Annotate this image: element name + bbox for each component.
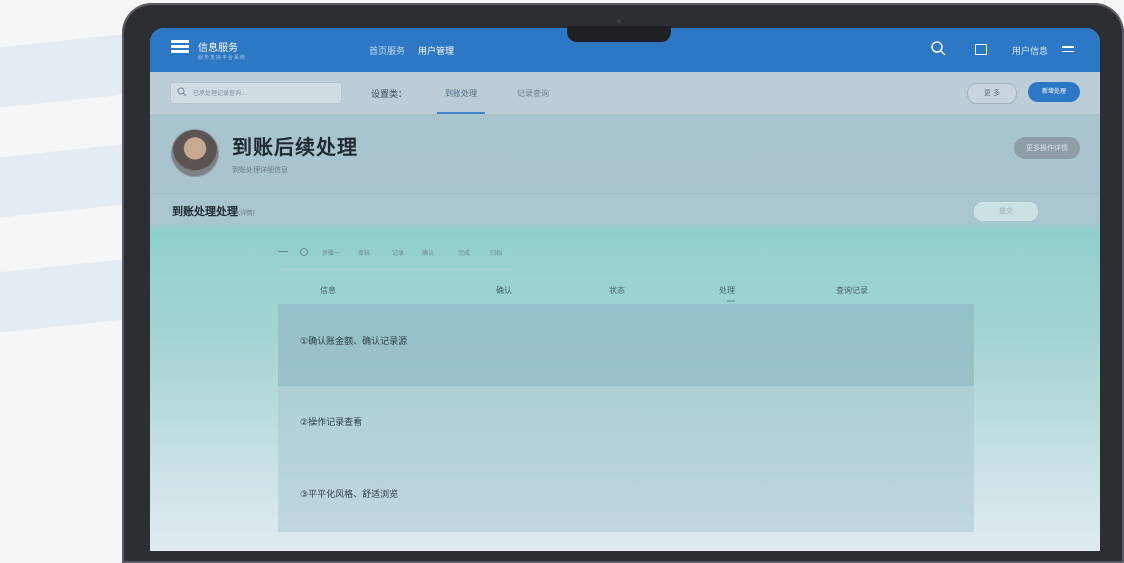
header-action-button[interactable]: 更多操作详情 (1014, 137, 1080, 159)
column-header-status: 状态 (609, 286, 625, 295)
more-button[interactable]: 更 多 (967, 83, 1017, 104)
table-row[interactable]: ③平平化风格、舒适浏览 (300, 487, 398, 500)
camera-icon (617, 19, 621, 23)
section-title-text: 到账处理处理 (172, 205, 238, 218)
search-icon (177, 87, 187, 97)
filter-label: 设置类： (371, 90, 408, 100)
column-header-process: 处理 (719, 286, 735, 295)
active-tab-indicator (437, 112, 485, 114)
window-icon[interactable] (975, 44, 987, 55)
search-placeholder: 已承处理记录查询... (193, 90, 247, 97)
nav-item-users[interactable]: 用户管理 (418, 44, 454, 57)
step-dot-icon (300, 248, 308, 256)
column-header-query: 查询记录 (836, 286, 868, 295)
data-table: ①确认账金额、确认记录源 ②操作记录查看 ③平平化风格、舒适浏览 (278, 304, 974, 532)
app-title: 信息服务 (198, 43, 238, 54)
column-header-confirm: 确认 (496, 286, 512, 295)
nav-item-home[interactable]: 首页服务 (369, 44, 405, 57)
step-dash (278, 251, 288, 252)
step-item[interactable]: 确认 (422, 248, 434, 257)
section-bar: 到账处理处理(详情) 提交 (150, 193, 1100, 228)
page-subtitle: 到账处理详细信息 (232, 166, 288, 174)
tab-records[interactable]: 记录查询 (517, 88, 549, 99)
toolbar: 已承处理记录查询... 设置类： 到账处理 记录查询 更 多 新增处理 (150, 72, 1100, 115)
step-item[interactable]: 完成 (458, 248, 470, 257)
add-button[interactable]: 新增处理 (1028, 82, 1080, 102)
step-item[interactable]: 审核 (358, 248, 370, 257)
tab-processing[interactable]: 到账处理 (445, 88, 477, 99)
table-row[interactable]: ①确认账金额、确认记录源 (300, 334, 407, 347)
table-row[interactable]: ②操作记录查看 (300, 415, 362, 428)
submit-button[interactable]: 提交 (974, 202, 1038, 221)
section-title: 到账处理处理(详情) (172, 203, 255, 219)
step-item[interactable]: 步骤一 (322, 248, 340, 257)
section-title-note: (详情) (238, 210, 255, 217)
step-item[interactable]: 记录 (392, 248, 404, 257)
sort-indicator (727, 300, 735, 302)
page-title: 到账后续处理 (232, 135, 358, 159)
logo-icon (171, 40, 189, 58)
menu-icon[interactable] (1062, 46, 1074, 55)
search-input[interactable]: 已承处理记录查询... (170, 82, 342, 104)
search-icon[interactable] (930, 40, 946, 56)
app-subtitle: 服务支持平台系统 (198, 55, 247, 61)
page-header: 到账后续处理 到账处理详细信息 更多操作详情 (150, 115, 1100, 193)
laptop-notch (567, 26, 671, 42)
step-item[interactable]: 归档 (490, 248, 502, 257)
steps-bar: 步骤一 审核 记录 确认 完成 归档 (278, 243, 514, 270)
column-header-info: 信息 (320, 286, 336, 295)
avatar (171, 129, 219, 177)
user-label[interactable]: 用户信息 (1012, 44, 1048, 57)
app-screen: 信息服务 服务支持平台系统 首页服务 用户管理 用户信息 已承处理记录查询...… (150, 28, 1100, 551)
